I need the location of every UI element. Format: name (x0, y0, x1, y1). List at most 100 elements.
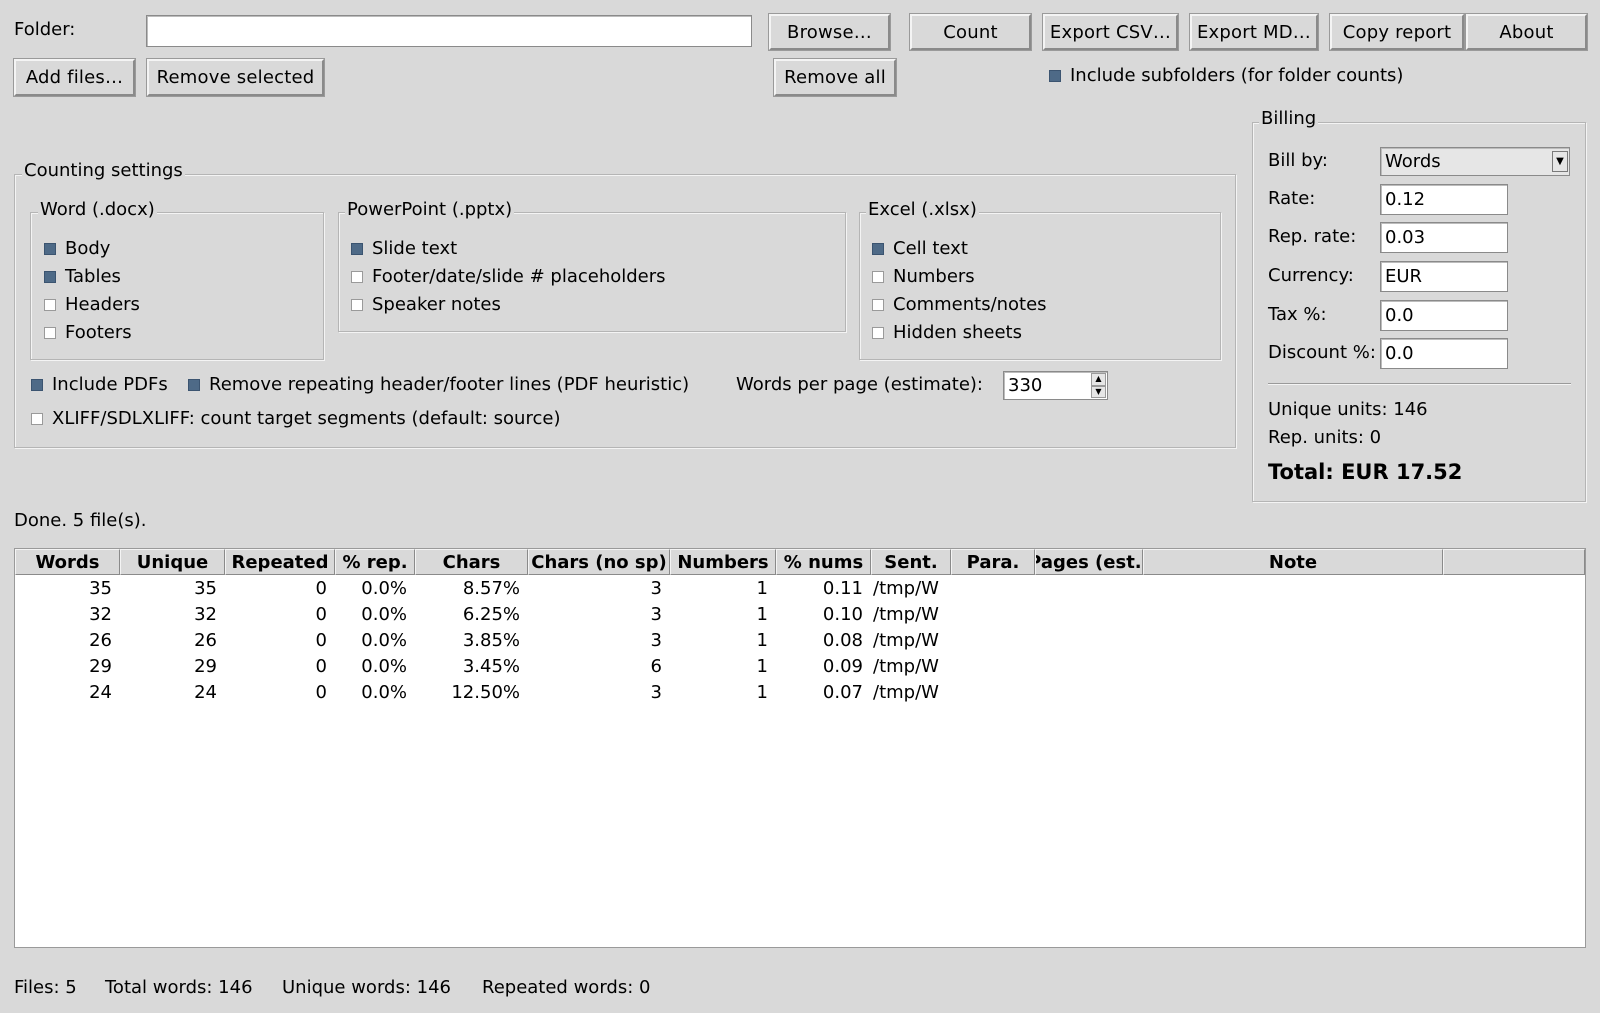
status-text: Done. 5 file(s). (14, 510, 147, 531)
word-footers-checkbox[interactable]: Footers (44, 322, 132, 343)
billing-total: Total: EUR 17.52 (1268, 460, 1463, 484)
billing-title: Billing (1259, 108, 1319, 130)
table-row[interactable]: 26 26 0 0.0% 3.85% 3 1 0.08/tmp/W (15, 628, 1585, 654)
word-headers-checkbox[interactable]: Headers (44, 294, 140, 315)
column-header-9[interactable]: Sent. (871, 549, 951, 575)
table-cell: 3 (650, 578, 662, 599)
table-cell: /tmp/W (873, 578, 939, 599)
footer-unique-words: Unique words: 146 (282, 977, 451, 998)
word-body-checkbox[interactable]: Body (44, 238, 110, 259)
include-subfolders-label: Include subfolders (for folder counts) (1070, 65, 1404, 86)
pptx-footer-placeholders-checkbox[interactable]: Footer/date/slide # placeholders (351, 266, 666, 287)
column-header-3[interactable]: Repeated (225, 549, 335, 575)
folder-input[interactable] (146, 15, 752, 47)
table-cell: /tmp/W (873, 656, 939, 677)
excel-numbers-indicator (872, 270, 884, 283)
include-subfolders-checkbox[interactable]: Include subfolders (for folder counts) (1049, 65, 1403, 86)
table-cell: 0.0% (361, 578, 407, 599)
column-header-filler (1443, 549, 1585, 575)
table-cell: 0.07 (822, 682, 863, 703)
table-cell: 3 (650, 682, 662, 703)
excel-hidden-sheets-label: Hidden sheets (893, 322, 1022, 343)
currency-input[interactable]: EUR (1380, 261, 1508, 292)
table-cell: 29 (194, 656, 217, 677)
column-header-2[interactable]: Unique (120, 549, 225, 575)
table-cell: 3 (650, 630, 662, 651)
copy-report-button[interactable]: Copy report (1329, 13, 1465, 51)
table-row[interactable]: 24 24 0 0.0% 12.50% 3 1 0.07/tmp/W (15, 680, 1585, 706)
table-cell: 32 (89, 604, 112, 625)
rep-rate-input[interactable]: 0.03 (1380, 222, 1508, 253)
table-cell: 0.0% (361, 604, 407, 625)
rate-input[interactable]: 0.12 (1380, 184, 1508, 215)
table-cell: 6.25% (462, 604, 520, 625)
tax-input[interactable]: 0.0 (1380, 300, 1508, 331)
excel-hidden-sheets-checkbox[interactable]: Hidden sheets (872, 322, 1022, 343)
remove-repeating-checkbox[interactable]: Remove repeating header/footer lines (PD… (188, 374, 689, 395)
excel-cell-text-checkbox[interactable]: Cell text (872, 238, 968, 259)
discount-input[interactable]: 0.0 (1380, 338, 1508, 369)
column-header-5[interactable]: Chars (415, 549, 528, 575)
browse-button[interactable]: Browse… (768, 13, 891, 51)
table-cell: 32 (194, 604, 217, 625)
xliff-target-checkbox[interactable]: XLIFF/SDLXLIFF: count target segments (d… (31, 408, 560, 429)
remove-selected-button[interactable]: Remove selected (146, 58, 325, 97)
currency-label: Currency: (1268, 265, 1354, 286)
column-header-1[interactable]: Words (15, 549, 120, 575)
chevron-down-icon[interactable]: ▼ (1552, 151, 1568, 172)
table-cell: 0 (315, 682, 327, 703)
excel-comments-indicator (872, 298, 884, 311)
column-header-8[interactable]: % nums (776, 549, 871, 575)
table-row[interactable]: 32 32 0 0.0% 6.25% 3 1 0.10/tmp/W (15, 602, 1585, 628)
excel-cell-text-label: Cell text (893, 238, 968, 259)
excel-numbers-label: Numbers (893, 266, 975, 287)
word-docx-title: Word (.docx) (38, 199, 157, 221)
rep-rate-label: Rep. rate: (1268, 226, 1357, 247)
table-cell: 3 (650, 604, 662, 625)
excel-numbers-checkbox[interactable]: Numbers (872, 266, 975, 287)
table-cell: 0 (315, 630, 327, 651)
column-header-4[interactable]: % rep. (335, 549, 415, 575)
table-cell: /tmp/W (873, 604, 939, 625)
include-pdfs-indicator (31, 378, 43, 391)
pptx-slide-text-checkbox[interactable]: Slide text (351, 238, 457, 259)
table-row[interactable]: 29 29 0 0.0% 3.45% 6 1 0.09/tmp/W (15, 654, 1585, 680)
xliff-target-indicator (31, 412, 43, 425)
table-row[interactable]: 35 35 0 0.0% 8.57% 3 1 0.11/tmp/W (15, 576, 1585, 602)
word-tables-label: Tables (65, 266, 121, 287)
words-per-page-spin-arrows[interactable]: ▲ ▼ (1091, 373, 1106, 398)
table-cell: 8.57% (462, 578, 520, 599)
word-headers-indicator (44, 298, 56, 311)
add-files-button[interactable]: Add files… (13, 58, 136, 97)
include-subfolders-check-indicator (1049, 69, 1061, 82)
excel-comments-checkbox[interactable]: Comments/notes (872, 294, 1047, 315)
about-button[interactable]: About (1465, 13, 1588, 51)
table-cell: /tmp/W (873, 630, 939, 651)
spin-up-icon[interactable]: ▲ (1091, 373, 1106, 386)
column-header-6[interactable]: Chars (no sp) (528, 549, 670, 575)
word-tables-checkbox[interactable]: Tables (44, 266, 121, 287)
include-pdfs-checkbox[interactable]: Include PDFs (31, 374, 168, 395)
table-cell: 0.0% (361, 682, 407, 703)
export-csv-button[interactable]: Export CSV… (1042, 13, 1179, 51)
export-md-button[interactable]: Export MD… (1189, 13, 1319, 51)
column-header-11[interactable]: Pages (est.) (1035, 549, 1143, 575)
folder-label: Folder: (14, 19, 76, 40)
table-cell: 24 (89, 682, 112, 703)
table-cell: 1 (756, 682, 768, 703)
remove-repeating-label: Remove repeating header/footer lines (PD… (209, 374, 690, 395)
billing-separator (1268, 383, 1571, 385)
bill-by-select[interactable]: Words (1380, 147, 1570, 176)
excel-title: Excel (.xlsx) (866, 199, 979, 221)
column-header-12[interactable]: Note (1143, 549, 1443, 575)
pptx-speaker-notes-checkbox[interactable]: Speaker notes (351, 294, 501, 315)
spin-down-icon[interactable]: ▼ (1091, 385, 1106, 398)
pptx-footer-placeholders-indicator (351, 270, 363, 283)
word-tables-indicator (44, 270, 56, 283)
column-header-10[interactable]: Para. (951, 549, 1035, 575)
results-table[interactable]: Words Unique Repeated% rep. Chars Chars (no … (14, 548, 1586, 948)
column-header-7[interactable]: Numbers (670, 549, 776, 575)
table-cell: 3.45% (462, 656, 520, 677)
remove-all-button[interactable]: Remove all (773, 58, 897, 97)
count-button[interactable]: Count (909, 13, 1032, 51)
